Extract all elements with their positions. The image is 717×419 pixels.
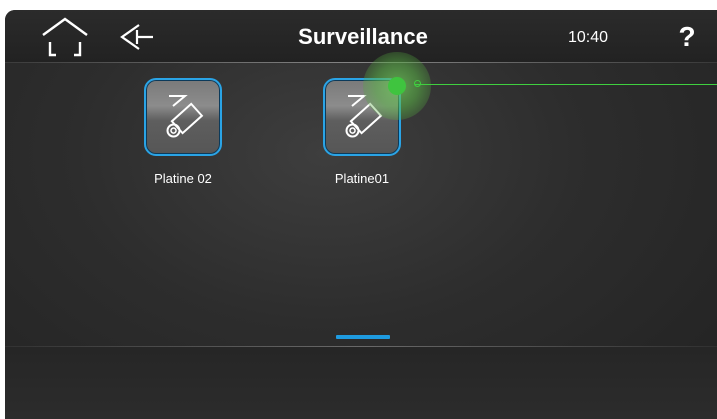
- home-icon: [42, 17, 88, 57]
- touch-indicator-ring: [414, 80, 421, 87]
- page-indicator: [336, 335, 390, 339]
- tile-label: Platine01: [334, 171, 390, 186]
- tile-button[interactable]: [144, 78, 222, 156]
- back-button[interactable]: [117, 20, 157, 54]
- tile-platine-02[interactable]: Platine 02: [128, 78, 238, 186]
- help-button[interactable]: ?: [669, 10, 705, 62]
- touch-indicator-dot: [388, 77, 406, 95]
- clock: 10:40: [567, 29, 609, 46]
- home-button[interactable]: [39, 16, 91, 58]
- page-title: Surveillance: [298, 24, 428, 49]
- bottom-bar: [5, 347, 717, 419]
- top-bar: Surveillance 10:40 ?: [5, 10, 717, 62]
- back-arrow-icon: [120, 24, 153, 50]
- header-divider: [5, 62, 717, 63]
- touch-indicator-line: [415, 84, 717, 85]
- tile-label: Platine 02: [154, 171, 212, 186]
- camera-icon: [166, 95, 204, 138]
- device-screen: Surveillance 10:40 ? Platine 02 Platine0…: [5, 10, 717, 419]
